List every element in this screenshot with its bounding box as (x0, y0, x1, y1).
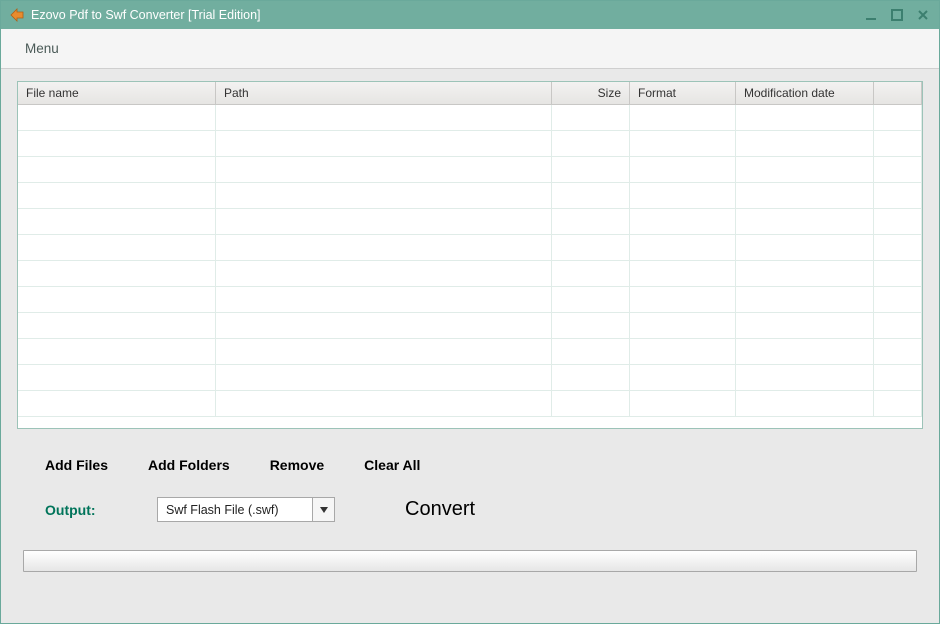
table-row[interactable] (18, 287, 922, 313)
table-row[interactable] (18, 261, 922, 287)
output-format-select[interactable]: Swf Flash File (.swf) (157, 497, 335, 522)
menubar: Menu (1, 29, 939, 69)
convert-button[interactable]: Convert (405, 498, 475, 521)
table-row[interactable] (18, 183, 922, 209)
table-row[interactable] (18, 313, 922, 339)
table-row[interactable] (18, 339, 922, 365)
col-header-spacer (874, 82, 922, 104)
progress-area (17, 550, 923, 572)
table-row[interactable] (18, 131, 922, 157)
table-row[interactable] (18, 365, 922, 391)
actions-row: Add Files Add Folders Remove Clear All (17, 457, 923, 473)
output-row: Output: Swf Flash File (.swf) Convert (17, 497, 923, 522)
table-header-row: File name Path Size Format Modification … (18, 82, 922, 105)
table-row[interactable] (18, 157, 922, 183)
col-header-moddate[interactable]: Modification date (736, 82, 874, 104)
table-row[interactable] (18, 235, 922, 261)
table-row[interactable] (18, 105, 922, 131)
file-table: File name Path Size Format Modification … (17, 81, 923, 429)
app-window: Ezovo Pdf to Swf Converter [Trial Editio… (0, 0, 940, 624)
add-files-button[interactable]: Add Files (45, 457, 108, 473)
table-body (18, 105, 922, 417)
col-header-filename[interactable]: File name (18, 82, 216, 104)
client-area: File name Path Size Format Modification … (1, 69, 939, 623)
app-icon (9, 7, 25, 23)
table-row[interactable] (18, 209, 922, 235)
maximize-button[interactable] (889, 7, 905, 23)
output-format-value: Swf Flash File (.swf) (158, 498, 312, 521)
window-controls (863, 7, 931, 23)
add-folders-button[interactable]: Add Folders (148, 457, 230, 473)
minimize-button[interactable] (863, 7, 879, 23)
output-label: Output: (45, 502, 147, 518)
clear-all-button[interactable]: Clear All (364, 457, 420, 473)
col-header-format[interactable]: Format (630, 82, 736, 104)
remove-button[interactable]: Remove (270, 457, 324, 473)
menu-button[interactable]: Menu (19, 37, 65, 60)
dropdown-arrow-icon[interactable] (312, 498, 334, 521)
window-title: Ezovo Pdf to Swf Converter [Trial Editio… (31, 8, 863, 22)
col-header-size[interactable]: Size (552, 82, 630, 104)
col-header-path[interactable]: Path (216, 82, 552, 104)
progress-bar (23, 550, 917, 572)
table-row[interactable] (18, 391, 922, 417)
titlebar[interactable]: Ezovo Pdf to Swf Converter [Trial Editio… (1, 1, 939, 29)
close-button[interactable] (915, 7, 931, 23)
